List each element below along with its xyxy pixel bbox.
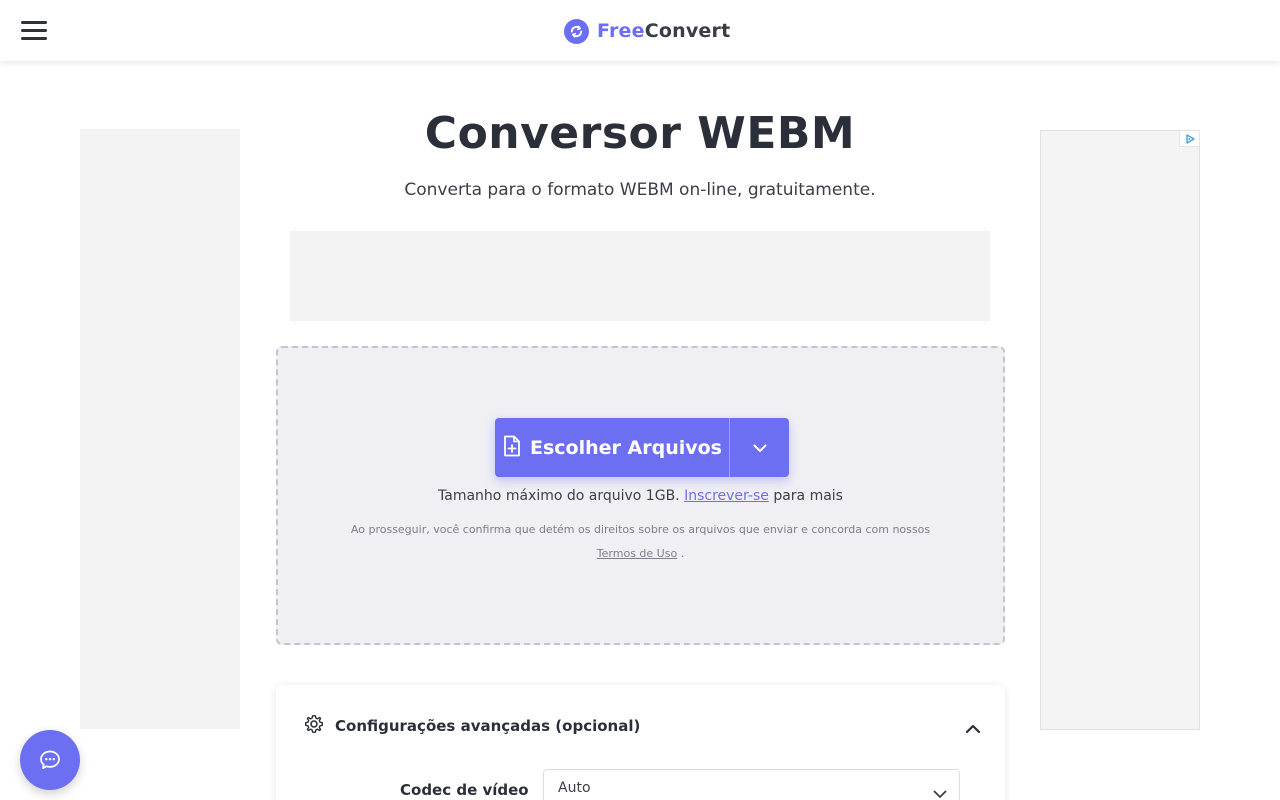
consent-note: Ao prosseguir, você confirma que detém o…	[338, 518, 943, 566]
hamburger-menu-icon[interactable]	[21, 20, 47, 42]
max-size-suffix: para mais	[773, 488, 843, 504]
gear-icon	[304, 714, 324, 738]
left-ad-slot	[80, 129, 240, 729]
advanced-settings-header[interactable]: Configurações avançadas (opcional)	[304, 714, 640, 738]
freeconvert-logo[interactable]: FreeConvert	[564, 17, 730, 45]
right-ad-slot	[1040, 130, 1200, 730]
logo-free-text: Free	[597, 20, 645, 42]
chevron-down-icon	[753, 438, 767, 457]
convert-arrows-icon	[564, 18, 589, 44]
file-dropzone[interactable]: Escolher Arquivos Tamanho máximo do arqu…	[276, 346, 1005, 645]
consent-text: Ao prosseguir, você confirma que detém o…	[350, 523, 931, 536]
advanced-settings-panel: Configurações avançadas (opcional) Codec…	[276, 685, 1005, 800]
chevron-down-icon	[933, 784, 947, 800]
video-codec-value: Auto	[558, 780, 591, 796]
max-file-size-note: Tamanho máximo do arquivo 1GB. Inscrever…	[278, 488, 1003, 504]
video-codec-select[interactable]: Auto	[543, 769, 960, 800]
logo-convert-text: Convert	[644, 20, 731, 42]
chevron-up-icon[interactable]	[965, 719, 981, 738]
upload-source-dropdown[interactable]	[730, 418, 789, 477]
file-plus-icon	[502, 435, 522, 461]
max-size-text: Tamanho máximo do arquivo 1GB.	[438, 488, 680, 504]
terms-suffix: .	[680, 547, 685, 560]
terms-of-use-link[interactable]: Termos de Uso	[597, 547, 677, 560]
video-codec-label: Codec de vídeo	[400, 781, 529, 799]
advanced-settings-title: Configurações avançadas (opcional)	[335, 717, 641, 735]
page-title: Conversor WEBM	[424, 108, 856, 159]
top-ad-slot	[290, 231, 990, 321]
adchoices-icon[interactable]	[1179, 131, 1199, 147]
choose-files-button[interactable]: Escolher Arquivos	[495, 418, 729, 477]
page-subtitle: Converta para o formato WEBM on-line, gr…	[404, 180, 876, 200]
choose-files-button-group: Escolher Arquivos	[495, 418, 789, 477]
signup-link[interactable]: Inscrever-se	[684, 488, 769, 504]
choose-files-label: Escolher Arquivos	[530, 436, 722, 459]
logo-text: FreeConvert	[597, 20, 730, 42]
chat-bubble-icon[interactable]	[20, 730, 80, 790]
top-header: FreeConvert	[0, 0, 1280, 61]
